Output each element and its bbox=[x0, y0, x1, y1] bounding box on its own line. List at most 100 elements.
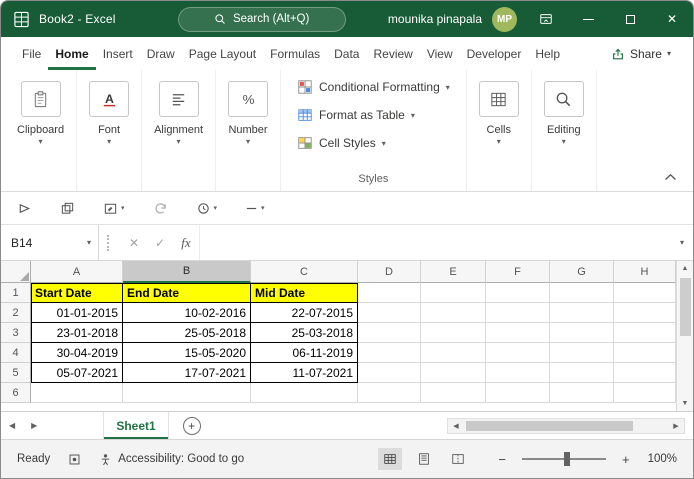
tab-review[interactable]: Review bbox=[366, 37, 419, 70]
empty-cell[interactable] bbox=[421, 343, 486, 363]
cell-b2[interactable]: 10-02-2016 bbox=[123, 303, 251, 323]
empty-cell[interactable] bbox=[614, 283, 676, 303]
chevron-down-icon[interactable]: ▾ bbox=[107, 138, 111, 146]
empty-cell[interactable] bbox=[486, 303, 550, 323]
formula-bar-input[interactable] bbox=[199, 225, 671, 260]
empty-cell[interactable] bbox=[358, 363, 421, 383]
select-all-button[interactable] bbox=[1, 261, 31, 283]
macro-record-button[interactable] bbox=[68, 453, 81, 466]
empty-cell[interactable] bbox=[421, 383, 486, 403]
cells-button[interactable] bbox=[478, 81, 519, 117]
cell-b3[interactable]: 25-05-2018 bbox=[123, 323, 251, 343]
column-header-h[interactable]: H bbox=[614, 261, 676, 283]
vertical-scrollbar[interactable]: ▲ ▼ bbox=[676, 261, 693, 411]
page-break-preview-button[interactable] bbox=[446, 448, 470, 470]
empty-cell[interactable] bbox=[31, 383, 123, 403]
column-header-g[interactable]: G bbox=[550, 261, 614, 283]
empty-cell[interactable] bbox=[486, 363, 550, 383]
scroll-left-button[interactable]: ◀ bbox=[448, 422, 464, 430]
cell-c2[interactable]: 22-07-2015 bbox=[251, 303, 358, 323]
user-name[interactable]: mounika pinapala bbox=[388, 12, 482, 26]
tab-page-layout[interactable]: Page Layout bbox=[182, 37, 263, 70]
tab-file[interactable]: File bbox=[15, 37, 48, 70]
row-header-6[interactable]: 6 bbox=[1, 383, 31, 403]
cell-b1[interactable]: End Date bbox=[123, 283, 251, 303]
qat-paste-special-button[interactable] bbox=[60, 201, 75, 216]
row-header-1[interactable]: 1 bbox=[1, 283, 31, 303]
search-box[interactable]: Search (Alt+Q) bbox=[177, 6, 346, 32]
tab-view[interactable]: View bbox=[420, 37, 460, 70]
column-header-d[interactable]: D bbox=[358, 261, 421, 283]
tab-data[interactable]: Data bbox=[327, 37, 366, 70]
cell-c5[interactable]: 11-07-2021 bbox=[251, 363, 358, 383]
qat-draw-table-button[interactable]: ▾ bbox=[103, 201, 125, 216]
empty-cell[interactable] bbox=[550, 383, 614, 403]
cell-c1[interactable]: Mid Date bbox=[251, 283, 358, 303]
empty-cell[interactable] bbox=[358, 383, 421, 403]
tab-help[interactable]: Help bbox=[528, 37, 567, 70]
qat-customize-button[interactable]: ▾ bbox=[245, 202, 265, 215]
cell-c4[interactable]: 06-11-2019 bbox=[251, 343, 358, 363]
formula-bar-grip[interactable] bbox=[107, 234, 109, 251]
alignment-button[interactable] bbox=[158, 81, 199, 117]
empty-cell[interactable] bbox=[421, 363, 486, 383]
clipboard-button[interactable] bbox=[20, 81, 61, 117]
next-sheet-button[interactable]: ▶ bbox=[23, 412, 45, 439]
chevron-down-icon[interactable]: ▾ bbox=[497, 138, 501, 146]
qat-redo-button[interactable] bbox=[153, 201, 168, 216]
column-header-c[interactable]: C bbox=[251, 261, 358, 283]
tab-insert[interactable]: Insert bbox=[96, 37, 140, 70]
empty-cell[interactable] bbox=[614, 323, 676, 343]
empty-cell[interactable] bbox=[486, 343, 550, 363]
row-header-4[interactable]: 4 bbox=[1, 343, 31, 363]
vertical-scrollbar-thumb[interactable] bbox=[679, 278, 691, 336]
zoom-level[interactable]: 100% bbox=[648, 453, 677, 465]
empty-cell[interactable] bbox=[550, 363, 614, 383]
maximize-button[interactable] bbox=[609, 1, 651, 37]
tab-formulas[interactable]: Formulas bbox=[263, 37, 327, 70]
page-layout-view-button[interactable] bbox=[412, 448, 436, 470]
share-button[interactable]: Share ▾ bbox=[603, 37, 679, 70]
previous-sheet-button[interactable]: ◀ bbox=[1, 412, 23, 439]
empty-cell[interactable] bbox=[123, 383, 251, 403]
empty-cell[interactable] bbox=[486, 283, 550, 303]
conditional-formatting-button[interactable]: Conditional Formatting ▾ bbox=[297, 79, 450, 95]
cell-a3[interactable]: 23-01-2018 bbox=[31, 323, 123, 343]
insert-function-button[interactable]: fx bbox=[173, 225, 199, 260]
horizontal-scrollbar-track[interactable] bbox=[464, 419, 668, 433]
sheet-tab-sheet1[interactable]: Sheet1 bbox=[103, 412, 169, 439]
qat-forward-button[interactable] bbox=[17, 201, 32, 216]
zoom-out-button[interactable]: − bbox=[494, 452, 510, 467]
zoom-in-button[interactable]: + bbox=[618, 452, 634, 467]
enter-entry-button[interactable]: ✓ bbox=[147, 225, 173, 260]
empty-cell[interactable] bbox=[358, 343, 421, 363]
horizontal-scrollbar[interactable]: ◀ ▶ bbox=[447, 417, 685, 434]
empty-cell[interactable] bbox=[550, 323, 614, 343]
cell-a5[interactable]: 05-07-2021 bbox=[31, 363, 123, 383]
column-header-e[interactable]: E bbox=[421, 261, 486, 283]
empty-cell[interactable] bbox=[486, 323, 550, 343]
collapse-ribbon-button[interactable] bbox=[664, 173, 677, 181]
cell-c3[interactable]: 25-03-2018 bbox=[251, 323, 358, 343]
row-header-5[interactable]: 5 bbox=[1, 363, 31, 383]
empty-cell[interactable] bbox=[358, 283, 421, 303]
cell-b4[interactable]: 15-05-2020 bbox=[123, 343, 251, 363]
zoom-slider-thumb[interactable] bbox=[563, 452, 570, 466]
formula-bar-expand-button[interactable]: ▾ bbox=[671, 225, 693, 260]
empty-cell[interactable] bbox=[486, 383, 550, 403]
empty-cell[interactable] bbox=[550, 283, 614, 303]
editing-button[interactable] bbox=[543, 81, 584, 117]
horizontal-scrollbar-thumb[interactable] bbox=[466, 420, 634, 431]
normal-view-button[interactable] bbox=[378, 448, 403, 470]
add-sheet-button[interactable]: + bbox=[182, 416, 201, 435]
number-button[interactable]: % bbox=[228, 81, 269, 117]
cancel-entry-button[interactable]: ✕ bbox=[121, 225, 147, 260]
scroll-down-button[interactable]: ▼ bbox=[677, 396, 693, 411]
scroll-up-button[interactable]: ▲ bbox=[677, 261, 693, 276]
row-header-3[interactable]: 3 bbox=[1, 323, 31, 343]
ribbon-display-options-button[interactable] bbox=[525, 1, 567, 37]
minimize-button[interactable] bbox=[567, 1, 609, 37]
tab-developer[interactable]: Developer bbox=[460, 37, 529, 70]
tab-home[interactable]: Home bbox=[48, 37, 95, 70]
column-header-f[interactable]: F bbox=[486, 261, 550, 283]
